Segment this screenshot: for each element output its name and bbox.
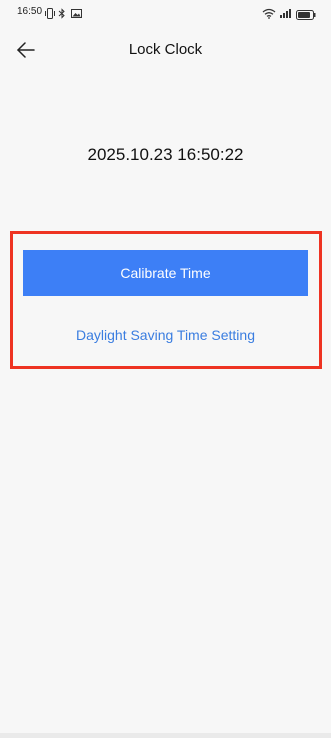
battery-icon <box>296 7 316 25</box>
calibrate-time-button[interactable]: Calibrate Time <box>23 250 308 296</box>
daylight-saving-time-setting-link[interactable]: Daylight Saving Time Setting <box>0 327 331 344</box>
page-title: Lock Clock <box>128 41 203 58</box>
signal-icon <box>279 6 293 24</box>
status-time: 16:50 <box>17 6 43 17</box>
lock-clock-screen: 16:50 Lock Clock 2025.10.23 16:50:22 Cal… <box>0 0 331 738</box>
app-header: Lock Clock <box>0 28 331 72</box>
vibrate-icon <box>44 6 56 24</box>
wifi-icon <box>262 6 276 24</box>
bluetooth-icon <box>58 6 66 24</box>
status-bar: 16:50 <box>0 0 331 26</box>
photo-icon <box>71 6 82 24</box>
gesture-bar <box>0 733 331 738</box>
lock-clock-datetime: 2025.10.23 16:50:22 <box>87 145 244 164</box>
